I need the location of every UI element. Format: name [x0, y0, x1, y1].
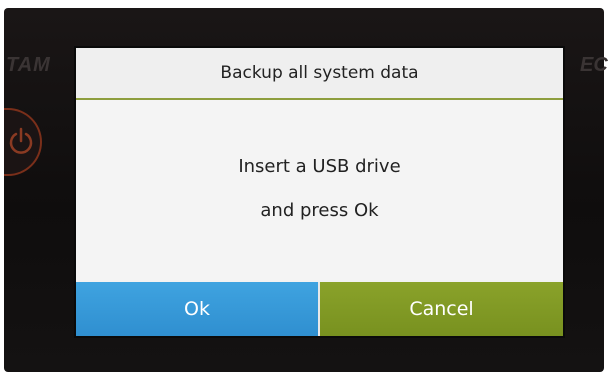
- dialog-title: Backup all system data: [220, 63, 419, 83]
- touch-screen: Backup all system data Insert a USB driv…: [76, 48, 563, 336]
- cancel-button[interactable]: Cancel: [320, 282, 563, 336]
- power-button[interactable]: [4, 108, 42, 176]
- ok-button-label: Ok: [184, 298, 210, 320]
- dialog-message-line-2: and press Ok: [260, 200, 379, 221]
- dialog-title-bar: Backup all system data: [76, 48, 563, 100]
- bezel-brand-text-right: EC: [580, 54, 608, 76]
- device-photo: TAM EC Backup all system data Insert a U…: [0, 0, 608, 379]
- cancel-button-label: Cancel: [409, 298, 474, 320]
- ok-button[interactable]: Ok: [76, 282, 318, 336]
- bezel-brand-text-left: TAM: [6, 54, 51, 76]
- power-icon: [9, 127, 33, 154]
- dialog-message-line-1: Insert a USB drive: [238, 156, 401, 177]
- dialog-message-area: Insert a USB drive and press Ok: [76, 100, 563, 280]
